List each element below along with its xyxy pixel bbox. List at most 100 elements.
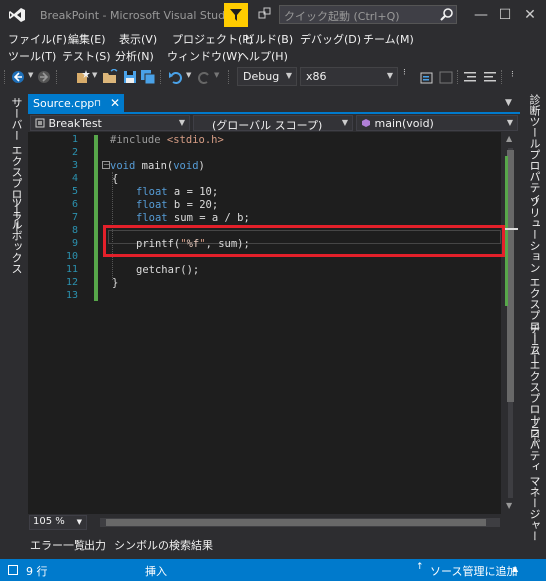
scrollbar-change-marker	[505, 156, 508, 306]
menu-help[interactable]: ヘルプ(H)	[238, 48, 288, 64]
chevron-down-icon: ▼	[506, 118, 513, 127]
identifier: main(	[135, 160, 174, 172]
solution-configuration-select[interactable]: Debug ▼	[237, 67, 297, 86]
menu-project[interactable]: プロジェクト(P)	[172, 31, 253, 47]
keyword: float	[136, 212, 168, 224]
close-button[interactable]: ✕	[519, 4, 541, 26]
ready-icon	[8, 565, 18, 575]
left-tool-window-strip: サーバー エクスプローラー ツールボックス	[0, 91, 28, 563]
quick-launch-input[interactable]: クイック起動 (Ctrl+Q)	[279, 5, 457, 24]
project-select[interactable]: BreakTest ▼	[30, 115, 190, 131]
scope-select-value: (グローバル スコープ)	[212, 119, 323, 132]
close-tab-icon[interactable]: ✕	[110, 96, 120, 110]
include-header: <stdio.h>	[166, 134, 224, 146]
comment-out-icon[interactable]	[462, 69, 478, 85]
solution-configuration-value: Debug	[243, 70, 280, 83]
menu-build[interactable]: ビルド(B)	[244, 31, 293, 47]
minimize-button[interactable]: —	[470, 4, 492, 26]
title-bar: BreakPoint - Microsoft Visual Studio クイッ…	[0, 0, 546, 30]
collapse-outline-icon[interactable]: −	[102, 161, 110, 169]
new-dropdown-icon[interactable]: ▼	[92, 71, 97, 79]
statement: sum = a / b;	[167, 212, 250, 224]
code-line-6: float b = 20;	[136, 199, 218, 211]
scope-select[interactable]: (グローバル スコープ) ▼	[193, 115, 353, 132]
chevron-down-icon: ▼	[341, 118, 348, 127]
solution-platform-select[interactable]: x86 ▼	[300, 67, 398, 86]
line-number: 7	[71, 212, 78, 223]
pin-icon[interactable]: ⊓	[94, 99, 104, 109]
toolbar-separator	[457, 70, 458, 84]
back-dropdown-icon[interactable]: ▼	[28, 71, 33, 79]
arrow-up-icon: ↑	[416, 562, 424, 572]
save-icon[interactable]	[122, 69, 138, 85]
menu-team[interactable]: チーム(M)	[363, 31, 414, 47]
keyword: float	[136, 186, 168, 198]
right-tool-window-strip: 診断ツール プロパティ ソリューション エクスプローラー チーム エクスプローラ…	[520, 91, 546, 563]
menu-tools[interactable]: ツール(T)	[8, 48, 56, 64]
tab-diagnostic-tools[interactable]: 診断ツール	[526, 94, 542, 149]
highlight-annotation	[103, 225, 505, 257]
tab-property-manager[interactable]: プロパティ マネージャー	[526, 417, 542, 542]
menu-view[interactable]: 表示(V)	[119, 31, 157, 47]
notification-flag-icon[interactable]	[224, 3, 248, 27]
scrollbar-thumb[interactable]	[507, 150, 514, 402]
statement: b = 20;	[167, 199, 219, 211]
tab-output[interactable]: 出力	[84, 537, 106, 553]
tab-list-dropdown-icon[interactable]: ▼	[505, 98, 512, 108]
scrollbar-thumb[interactable]	[106, 519, 486, 526]
save-all-icon[interactable]	[140, 69, 156, 85]
menu-analyze[interactable]: 分析(N)	[115, 48, 154, 64]
menu-window[interactable]: ウィンドウ(W)	[167, 48, 241, 64]
scroll-up-icon[interactable]: ▲	[506, 134, 512, 143]
open-file-icon[interactable]	[102, 69, 118, 85]
project-select-value: BreakTest	[48, 117, 102, 130]
tab-toolbox[interactable]: ツールボックス	[8, 197, 24, 274]
feedback-icon[interactable]	[258, 7, 272, 21]
menu-test[interactable]: テスト(S)	[62, 48, 111, 64]
toolbar-overflow-icon[interactable]: ⁝	[403, 68, 406, 78]
horizontal-scrollbar[interactable]	[100, 518, 500, 527]
navigate-forward-icon[interactable]	[36, 69, 52, 85]
toggle-bookmark-icon[interactable]	[438, 69, 454, 85]
tab-source-cpp[interactable]: Source.cpp ⊓ ✕	[28, 94, 124, 114]
menu-edit[interactable]: 編集(E)	[68, 31, 106, 47]
zoom-select[interactable]: 105 % ▼	[29, 515, 87, 530]
code-editor[interactable]: 1 2 3 4 5 6 7 8 9 10 11 12 13 − #include…	[28, 132, 520, 514]
standard-toolbar: ▼ ▼ ▼ ▼ Debug ▼ x86 ▼ ⁝ ⁝	[0, 66, 546, 88]
menu-debug[interactable]: デバッグ(D)	[300, 31, 361, 47]
toolbar-separator	[160, 70, 161, 84]
line-number: 11	[65, 264, 78, 275]
line-number: 12	[65, 277, 78, 288]
tab-error-list[interactable]: エラー一覧	[30, 537, 85, 553]
maximize-button[interactable]: ☐	[494, 4, 516, 26]
code-line-4: {	[112, 173, 118, 185]
code-line-7: float sum = a / b;	[136, 212, 250, 224]
redo-dropdown-icon[interactable]: ▼	[214, 71, 219, 79]
find-in-files-icon[interactable]	[419, 69, 435, 85]
status-line-number: 9 行	[26, 565, 48, 578]
scroll-down-icon[interactable]: ▼	[506, 501, 512, 510]
chevron-up-icon[interactable]: ▲	[512, 564, 518, 573]
search-icon[interactable]	[440, 7, 454, 21]
undo-icon[interactable]	[168, 69, 184, 85]
uncomment-icon[interactable]	[482, 69, 498, 85]
close-brace: }	[112, 277, 119, 289]
toolbar-separator	[228, 70, 229, 84]
new-project-icon[interactable]	[74, 69, 90, 85]
line-number: 3	[71, 160, 78, 171]
member-select[interactable]: main(void) ▼	[356, 115, 518, 131]
redo-icon[interactable]	[196, 69, 212, 85]
status-insert-mode: 挿入	[145, 565, 167, 578]
toolbar-separator	[501, 70, 502, 84]
vertical-scrollbar[interactable]: ▲ ▼	[501, 132, 520, 514]
undo-dropdown-icon[interactable]: ▼	[186, 71, 191, 79]
method-icon	[362, 119, 370, 127]
menu-file[interactable]: ファイル(F)	[8, 31, 67, 47]
add-to-source-control-button[interactable]: ソース管理に追加	[430, 563, 517, 579]
navigate-back-icon[interactable]	[10, 69, 26, 85]
keyword: void	[110, 160, 136, 172]
toolbar-customize-icon[interactable]: ⁝	[511, 70, 514, 80]
tab-find-symbol-results[interactable]: シンボルの検索結果	[114, 537, 213, 553]
line-number: 10	[65, 251, 78, 262]
chevron-down-icon: ▼	[386, 71, 393, 80]
